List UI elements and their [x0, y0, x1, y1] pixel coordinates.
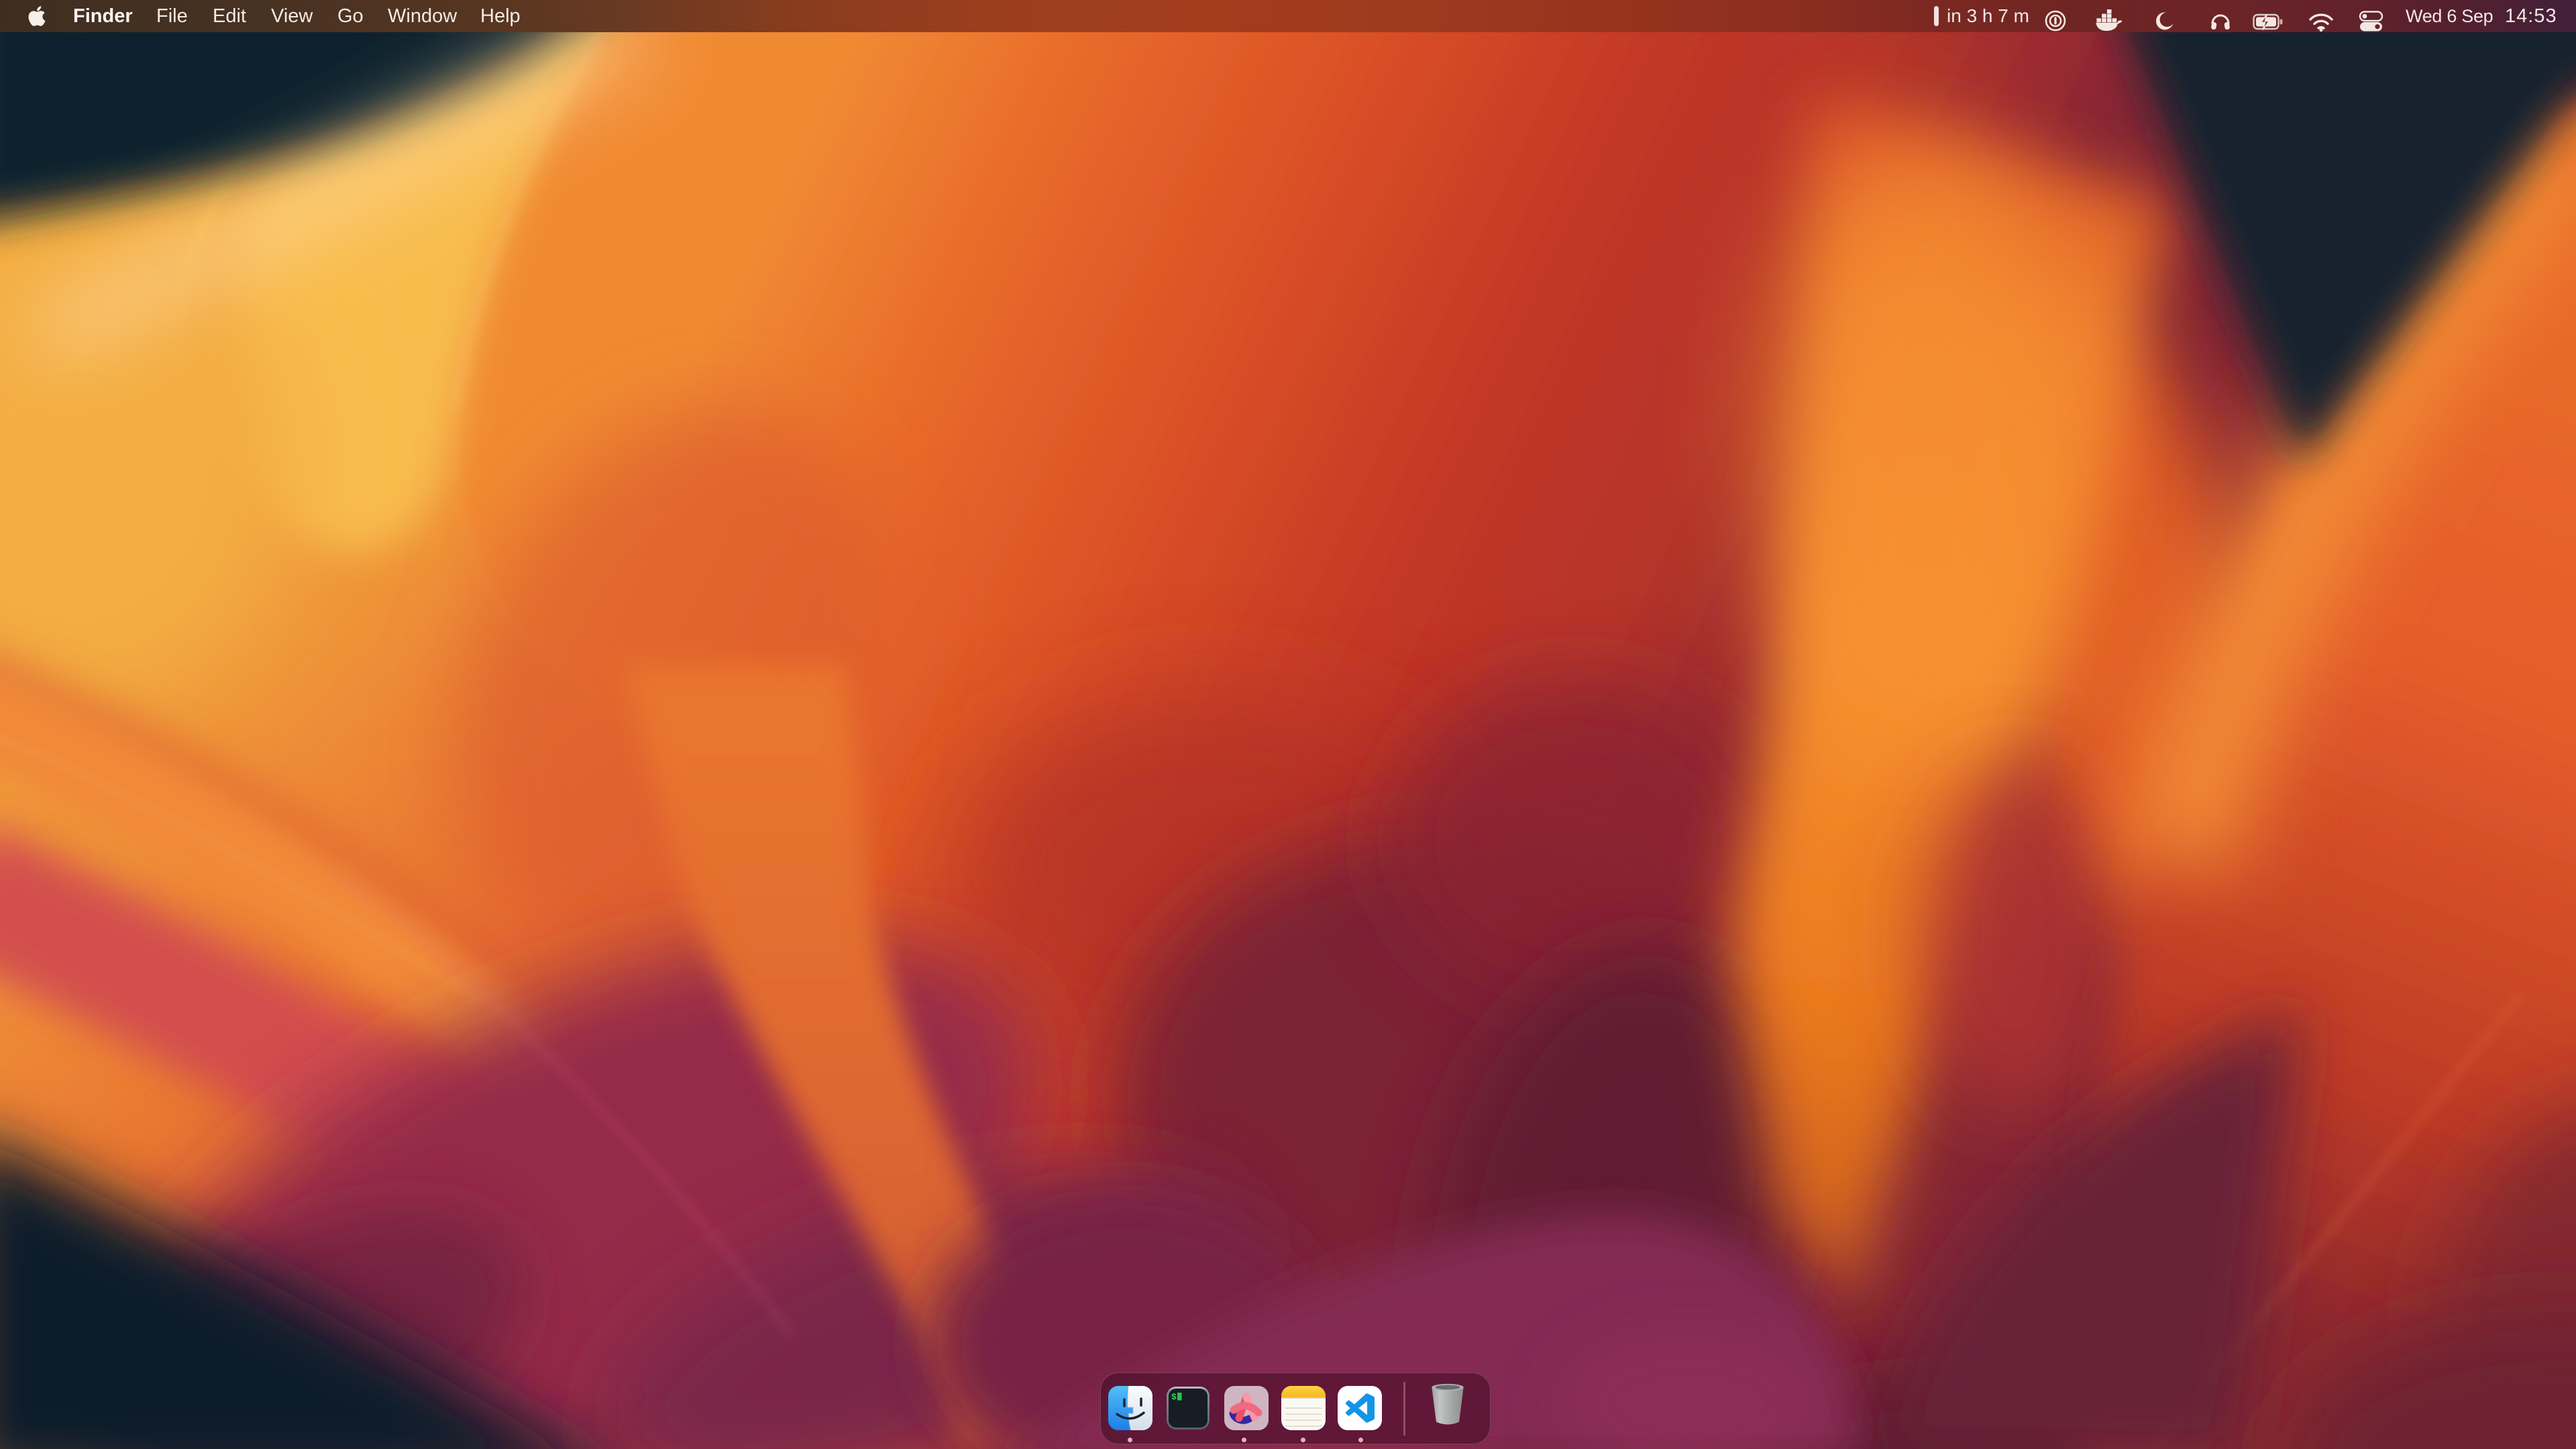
svg-text:$: $ [1171, 1392, 1177, 1402]
